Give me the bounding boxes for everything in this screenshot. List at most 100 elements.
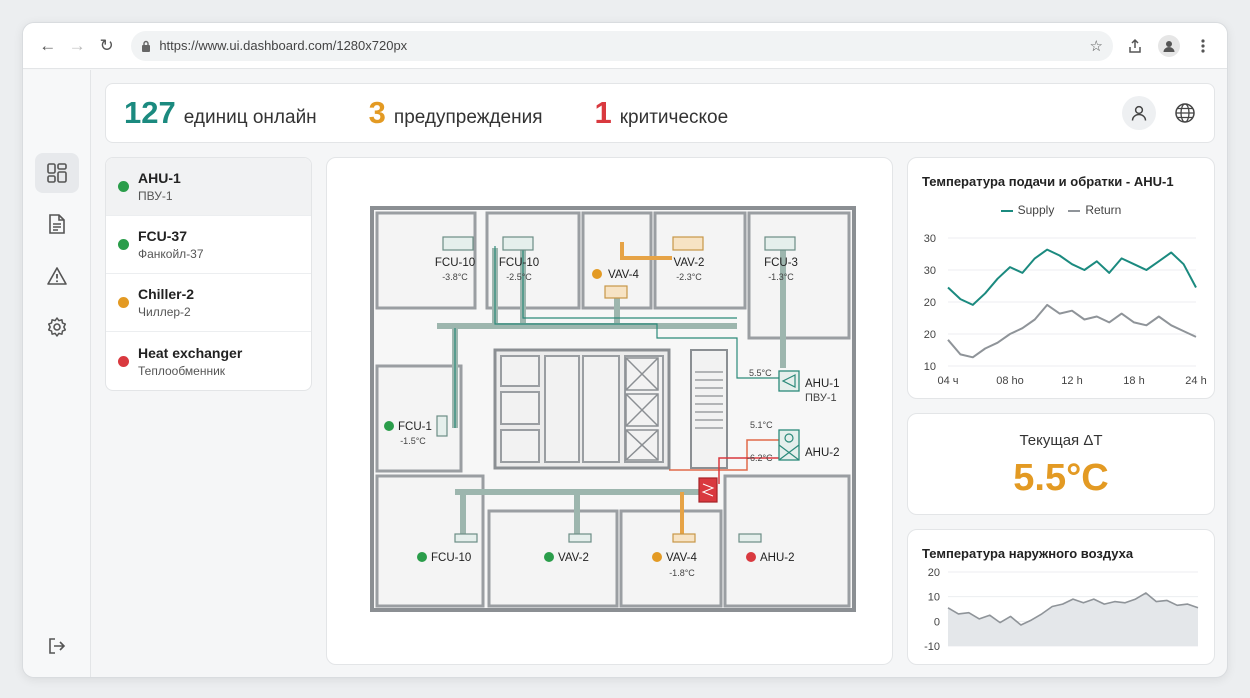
globe-icon[interactable]: [1168, 96, 1202, 130]
unit-label: FCU-10: [499, 257, 539, 269]
status-dot-ok: [118, 239, 129, 250]
delta-t-label: Текущая ΔT: [1019, 432, 1103, 449]
warning-icon[interactable]: [35, 256, 79, 296]
legend-return: Return: [1068, 203, 1121, 217]
device-name: Chiller-2: [138, 286, 195, 302]
forward-icon[interactable]: →: [62, 31, 91, 61]
y-tick-label: 30: [924, 265, 936, 277]
unit-label: VAV-2: [674, 257, 705, 269]
unit-label: FCU-10: [431, 552, 471, 564]
series-line-return: [947, 303, 1197, 359]
dashboard-icon[interactable]: [35, 153, 79, 193]
unit-label: AHU-2: [805, 447, 840, 459]
unit-temp: -2.3°C: [676, 272, 702, 282]
supply-return-chart-card: Температура подачи и обратки - AHU-1 Sup…: [907, 157, 1215, 399]
stat-warnings-value: 3: [368, 95, 386, 130]
outdoor-temp-chart-card: Температура наружного воздуха 20 10 0 -10: [907, 529, 1215, 665]
status-dot-ok: [384, 421, 394, 431]
stat-critical-label: критическое: [619, 107, 729, 128]
url-text: https://www.ui.dashboard.com/1280x720px: [159, 38, 408, 53]
device-subtitle: Чиллер-2: [138, 305, 191, 319]
y-tick-label: 20: [928, 567, 940, 579]
x-tick-label: 24 h: [1185, 375, 1206, 387]
unit-sublabel: ПВУ-1: [805, 392, 837, 404]
unit-label: AHU-1: [805, 378, 840, 390]
browser-toolbar: ← → ↻ https://www.ui.dashboard.com/1280x…: [23, 23, 1227, 69]
device-item-fcu-37[interactable]: FCU-37 Фанкойл-37: [106, 216, 311, 274]
stat-online-value: 127: [124, 95, 176, 130]
settings-gear-icon[interactable]: [35, 307, 79, 347]
unit-temp: -1.8°C: [669, 568, 695, 578]
unit-temp: -1.5°C: [400, 436, 426, 446]
back-icon[interactable]: ←: [33, 31, 62, 61]
y-tick-label: 0: [934, 616, 940, 628]
device-name: FCU-37: [138, 228, 188, 244]
supply-return-chart: 30 30 20 20 1004 ч 08 ho 12 h 18 h 24 h: [924, 233, 1207, 387]
y-tick-label: -10: [924, 641, 940, 653]
unit-label: FCU-3: [764, 257, 798, 269]
unit-label: FCU-1: [398, 421, 432, 433]
device-name: AHU-1: [138, 170, 181, 186]
y-tick-label: 10: [924, 361, 936, 373]
stat-critical-value: 1: [594, 95, 612, 130]
profile-icon[interactable]: [1155, 32, 1183, 60]
floor-plan: FCU-10 FCU-10 VAV-4 VAV-2 FCU-3 FCU-1 AH…: [370, 206, 856, 612]
stat-warnings: 3 предупреждения: [369, 95, 543, 131]
status-dot-critical: [746, 552, 756, 562]
unit-temp: -1.3°C: [768, 272, 794, 282]
unit-label: VAV-4: [666, 552, 697, 564]
device-item-heat-exchanger[interactable]: Heat exchanger Теплообменник: [106, 332, 311, 390]
duct-temp-label: -6.2°C: [747, 453, 773, 463]
star-icon[interactable]: ☆: [1090, 37, 1103, 55]
y-tick-label: 10: [928, 592, 940, 604]
device-list: AHU-1 ПВУ-1 FCU-37 Фанкойл-37 Chiller-2 Чил…: [105, 157, 312, 391]
device-item-chiller-2[interactable]: Chiller-2 Чиллер-2: [106, 274, 311, 332]
status-dot-warning: [592, 269, 602, 279]
outdoor-temp-chart: 20 10 0 -10: [924, 567, 1199, 653]
status-dot-ok: [544, 552, 554, 562]
x-tick-label: 08 ho: [996, 375, 1024, 387]
menu-dots-icon[interactable]: [1189, 32, 1217, 60]
share-icon[interactable]: [1121, 32, 1149, 60]
status-dot-critical: [118, 355, 129, 367]
y-tick-label: 20: [924, 297, 936, 309]
user-icon[interactable]: [1122, 96, 1156, 130]
address-bar[interactable]: https://www.ui.dashboard.com/1280x720px …: [131, 30, 1113, 61]
browser-window: ← → ↻ https://www.ui.dashboard.com/1280x…: [22, 22, 1228, 678]
status-header: 127 единиц онлайн 3 предупреждения 1 кри…: [105, 83, 1215, 143]
stat-online-label: единиц онлайн: [183, 107, 317, 128]
lock-icon: [141, 40, 151, 52]
unit-temp: -3.8°C: [442, 272, 468, 282]
x-tick-label: 18 h: [1123, 375, 1144, 387]
unit-label: VAV-4: [608, 269, 639, 281]
document-icon[interactable]: [35, 204, 79, 244]
device-name: Heat exchanger: [138, 344, 243, 361]
unit-label: VAV-2: [558, 552, 589, 564]
chart-legend: Supply Return: [908, 203, 1214, 217]
delta-t-value: 5.5°C: [1013, 457, 1109, 499]
device-item-ahu-1[interactable]: AHU-1 ПВУ-1: [106, 158, 311, 216]
device-subtitle: ПВУ-1: [138, 189, 173, 203]
device-subtitle: Фанкойл-37: [138, 247, 204, 261]
chart-title: Температура подачи и обратки - AHU-1: [922, 174, 1174, 189]
delta-t-card: Текущая ΔT 5.5°C: [907, 413, 1215, 515]
x-tick-label: 12 h: [1061, 375, 1082, 387]
duct-temp-label: 5.1°C: [750, 420, 773, 430]
status-dot-ok: [417, 552, 427, 562]
logout-icon[interactable]: [35, 626, 79, 666]
status-dot-warning: [118, 297, 129, 308]
status-dot-ok: [118, 181, 129, 192]
x-tick-label: 04 ч: [937, 375, 958, 387]
chart-title: Температура наружного воздуха: [922, 546, 1134, 561]
stat-online: 127 единиц онлайн: [124, 95, 317, 131]
unit-temp: -2.5°C: [506, 272, 532, 282]
legend-supply: Supply: [1000, 203, 1054, 217]
device-subtitle: Теплообменник: [138, 363, 226, 378]
status-dot-warning: [652, 552, 662, 562]
duct-temp-label: 5.5°C: [749, 368, 772, 378]
sidebar: [23, 70, 91, 677]
reload-icon[interactable]: ↻: [92, 31, 121, 61]
y-tick-label: 20: [924, 329, 936, 341]
stat-warnings-label: предупреждения: [393, 107, 543, 128]
series-line-supply: [947, 248, 1197, 306]
